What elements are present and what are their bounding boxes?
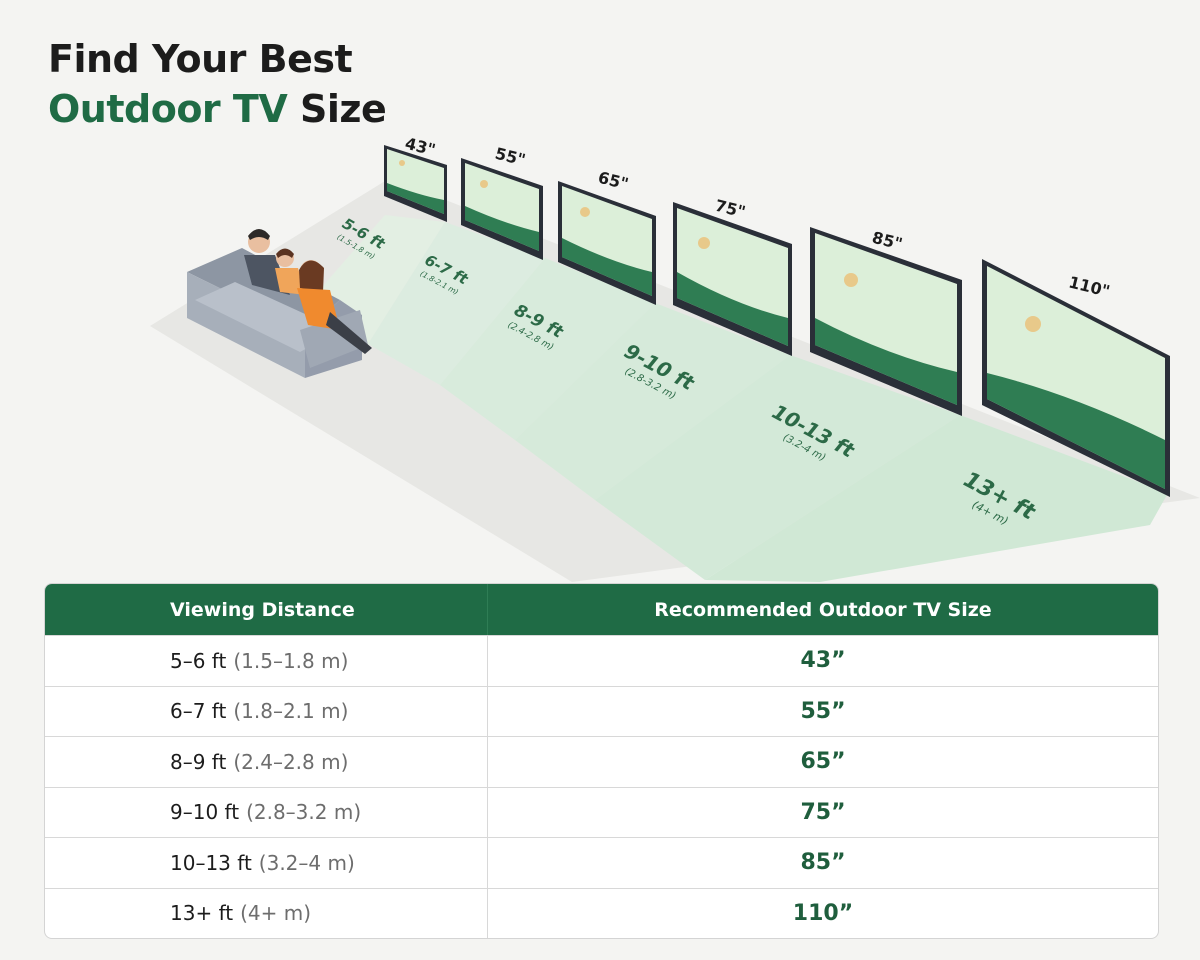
table-row: 5–6 ft (1.5–1.8 m) 43” <box>45 635 1158 686</box>
distance-cell: 5–6 ft (1.5–1.8 m) <box>45 636 487 686</box>
tv-size-label: 75" <box>713 196 747 222</box>
distance-cell: 6–7 ft (1.8–2.1 m) <box>45 687 487 737</box>
table-row: 6–7 ft (1.8–2.1 m) 55” <box>45 685 1158 737</box>
tv-size: 110” <box>792 900 854 926</box>
distance-metric: (4+ m) <box>240 901 312 926</box>
size-cell: 55” <box>487 686 1158 736</box>
distance-cell: 13+ ft (4+ m) <box>45 889 487 939</box>
size-cell: 43” <box>487 636 1158 686</box>
size-cell: 65” <box>487 737 1158 787</box>
distance-feet: 9–10 ft <box>170 800 240 825</box>
distance-feet: 8–9 ft <box>170 749 227 774</box>
distance-metric: (1.5–1.8 m) <box>233 648 349 673</box>
distance-feet: 13+ ft <box>170 901 234 926</box>
distance-feet: 10–13 ft <box>170 850 252 875</box>
distance-cell: 10–13 ft (3.2–4 m) <box>45 838 487 888</box>
tv-size-label: 65" <box>596 168 630 194</box>
table-row: 10–13 ft (3.2–4 m) 85” <box>45 837 1158 888</box>
tv-size: 75” <box>800 799 846 825</box>
header-viewing-distance: Viewing Distance <box>170 598 355 621</box>
tv-size-label: 85" <box>870 228 904 254</box>
distance-metric: (1.8–2.1 m) <box>233 699 349 724</box>
table-row: 9–10 ft (2.8–3.2 m) 75” <box>45 786 1158 838</box>
distance-metric: (2.4–2.8 m) <box>233 749 349 774</box>
viewing-distance-illustration: 43" 55"65"75"85"110" 5-6 ft(1.5-1.8 m)6-7… <box>150 134 1200 582</box>
tv-size: 43” <box>800 648 846 674</box>
size-cell: 85” <box>487 838 1158 888</box>
distance-metric: (3.2–4 m) <box>258 850 355 875</box>
table-row: 13+ ft (4+ m) 110” <box>45 887 1158 939</box>
header-recommended-size: Recommended Outdoor TV Size <box>487 584 1158 635</box>
distance-cell: 9–10 ft (2.8–3.2 m) <box>45 788 487 838</box>
distance-cell: 8–9 ft (2.4–2.8 m) <box>45 737 487 787</box>
tv-size-label: 110" <box>1067 272 1112 301</box>
distance-feet: 5–6 ft <box>170 648 227 673</box>
distance-feet: 6–7 ft <box>170 699 227 724</box>
table-row: 8–9 ft (2.4–2.8 m) 65” <box>45 736 1158 787</box>
distance-metric: (2.8–3.2 m) <box>246 800 362 825</box>
tv-size: 85” <box>800 850 846 876</box>
tv-size: 65” <box>800 749 846 775</box>
size-cell: 110” <box>487 888 1158 938</box>
tv-size: 55” <box>800 698 846 724</box>
table-header: Viewing Distance Recommended Outdoor TV … <box>45 584 1158 635</box>
size-cell: 75” <box>487 787 1158 837</box>
tv-size-label: 55" <box>493 144 527 170</box>
size-recommendation-table: Viewing Distance Recommended Outdoor TV … <box>44 583 1159 939</box>
